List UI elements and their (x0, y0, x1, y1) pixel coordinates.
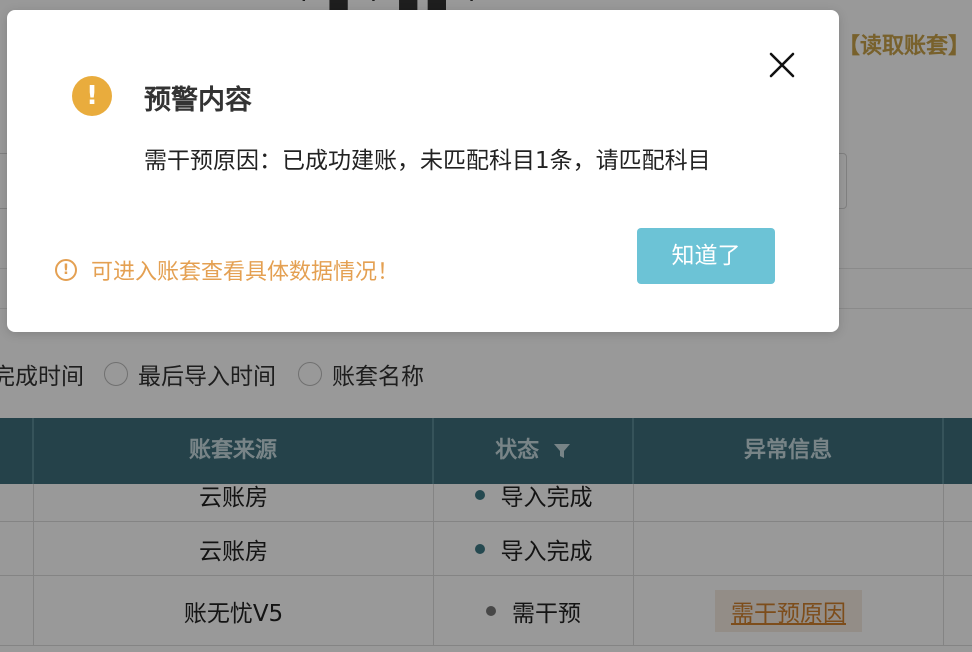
warning-icon: ! (72, 76, 112, 116)
dialog-message: 需干预原因：已成功建账，未匹配科目1条，请匹配科目 (144, 148, 711, 174)
info-circle-icon: ! (55, 259, 77, 281)
ok-button[interactable]: 知道了 (637, 228, 775, 284)
warning-dialog: ! 预警内容 需干预原因：已成功建账，未匹配科目1条，请匹配科目 ! 可进入账套… (7, 10, 839, 332)
dialog-hint-text: 可进入账套查看具体数据情况！ (91, 260, 400, 285)
dialog-title: 预警内容 (144, 85, 252, 116)
dialog-hint: ! 可进入账套查看具体数据情况！ (55, 254, 399, 286)
close-icon[interactable] (767, 50, 797, 80)
